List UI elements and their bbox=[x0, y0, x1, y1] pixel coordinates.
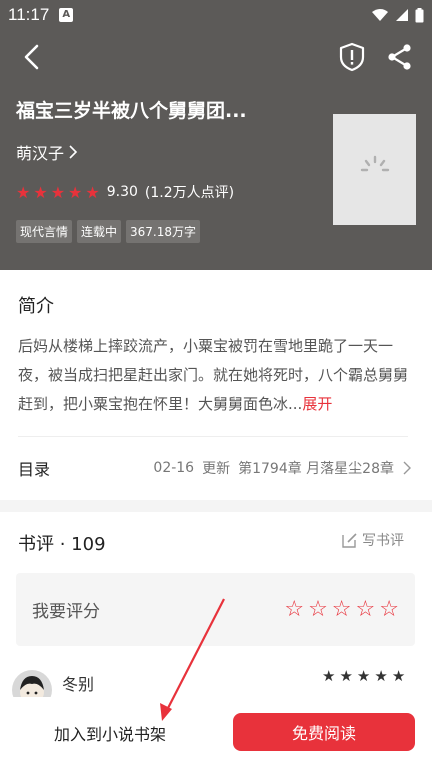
section-separator bbox=[0, 500, 432, 512]
wifi-icon bbox=[372, 9, 388, 21]
add-to-shelf-button[interactable]: 加入到小说书架 bbox=[40, 715, 180, 751]
table-of-contents-row[interactable]: 目录 02-16 更新 第1794章 月落星尘28章 bbox=[18, 448, 412, 488]
status-icons bbox=[371, 7, 424, 23]
rating-score: 9.30 bbox=[106, 184, 138, 200]
star-icon: ★ bbox=[339, 667, 353, 685]
star-icon: ★ bbox=[356, 667, 371, 685]
toc-date: 02-16 bbox=[153, 460, 195, 476]
star-icon: ★ bbox=[33, 182, 48, 202]
report-shield-icon[interactable] bbox=[338, 42, 366, 72]
rating-row: ★ ★ ★ ★ ★ 9.30 (1.2万人点评) bbox=[16, 182, 234, 202]
intro-text: 后妈从楼梯上摔跤流产，小粟宝被罚在雪地里跪了一天一夜，被当成扫把星赶出家门。就在… bbox=[18, 332, 412, 419]
star-icon: ★ bbox=[68, 182, 83, 202]
write-review-button[interactable]: 写书评 bbox=[340, 530, 404, 550]
status-bar: 11:17 A bbox=[0, 0, 432, 30]
back-arrow-icon[interactable] bbox=[18, 42, 48, 72]
loading-spinner-icon bbox=[360, 155, 389, 171]
write-review-label: 写书评 bbox=[362, 533, 404, 549]
rate-box: 我要评分 ☆ ☆ ☆ ☆ ☆ bbox=[16, 573, 415, 646]
star-icon: ★ bbox=[374, 667, 388, 685]
reviews-heading: 书评 · 109 bbox=[18, 534, 106, 555]
rate-star-4[interactable]: ☆ bbox=[356, 597, 376, 622]
rating-count: (1.2万人点评) bbox=[144, 185, 235, 201]
status-time: 11:17 bbox=[8, 5, 50, 24]
toc-label: 目录 bbox=[18, 460, 51, 479]
toc-update-label: 更新 bbox=[202, 461, 231, 477]
battery-icon bbox=[415, 7, 424, 22]
rate-label: 我要评分 bbox=[32, 602, 100, 622]
star-icon: ★ bbox=[322, 667, 336, 685]
author-name: 萌汉子 bbox=[16, 144, 65, 163]
bottom-action-bar: 加入到小说书架 免费阅读 bbox=[0, 697, 432, 769]
author-link[interactable]: 萌汉子 bbox=[16, 140, 78, 164]
edit-icon bbox=[342, 533, 357, 548]
book-tags: 现代言情 连载中 367.18万字 bbox=[16, 220, 201, 243]
comment-stars: ★ ★ ★ ★ ★ bbox=[322, 667, 405, 685]
book-header: 福宝三岁半被八个舅舅团... 萌汉子 ★ ★ ★ ★ ★ 9.30 (1.2万人… bbox=[0, 30, 432, 270]
rate-star-1[interactable]: ☆ bbox=[284, 597, 304, 622]
chevron-right-icon bbox=[69, 145, 78, 159]
commenter-name: 冬别 bbox=[62, 675, 95, 694]
rate-star-2[interactable]: ☆ bbox=[308, 597, 328, 622]
toc-latest-chapter: 第1794章 月落星尘28章 bbox=[238, 461, 394, 477]
divider bbox=[18, 436, 408, 437]
tag-status: 连载中 bbox=[77, 220, 122, 243]
free-read-button[interactable]: 免费阅读 bbox=[233, 713, 415, 751]
intro-heading: 简介 bbox=[18, 296, 54, 317]
rate-star-3[interactable]: ☆ bbox=[332, 597, 352, 622]
star-icon: ★ bbox=[16, 182, 31, 202]
star-icon: ★ bbox=[50, 182, 66, 202]
star-icon: ★ bbox=[391, 667, 406, 685]
book-title: 福宝三岁半被八个舅舅团... bbox=[16, 100, 247, 122]
book-cover[interactable] bbox=[333, 114, 416, 225]
tag-word-count: 367.18万字 bbox=[126, 220, 201, 243]
rate-stars: ☆ ☆ ☆ ☆ ☆ bbox=[284, 597, 399, 622]
rate-star-5[interactable]: ☆ bbox=[379, 597, 399, 622]
toc-latest-update: 02-16 更新 第1794章 月落星尘28章 bbox=[153, 458, 412, 478]
share-icon[interactable] bbox=[386, 42, 414, 72]
intro-body: 后妈从楼梯上摔跤流产，小粟宝被罚在雪地里跪了一天一夜，被当成扫把星赶出家门。就在… bbox=[18, 337, 409, 413]
expand-link[interactable]: 展开 bbox=[302, 395, 332, 413]
notification-app-icon: A bbox=[59, 8, 74, 22]
signal-icon bbox=[396, 9, 408, 21]
tag-genre: 现代言情 bbox=[16, 220, 73, 243]
star-icon: ★ bbox=[85, 182, 100, 202]
chevron-right-icon bbox=[403, 461, 411, 475]
